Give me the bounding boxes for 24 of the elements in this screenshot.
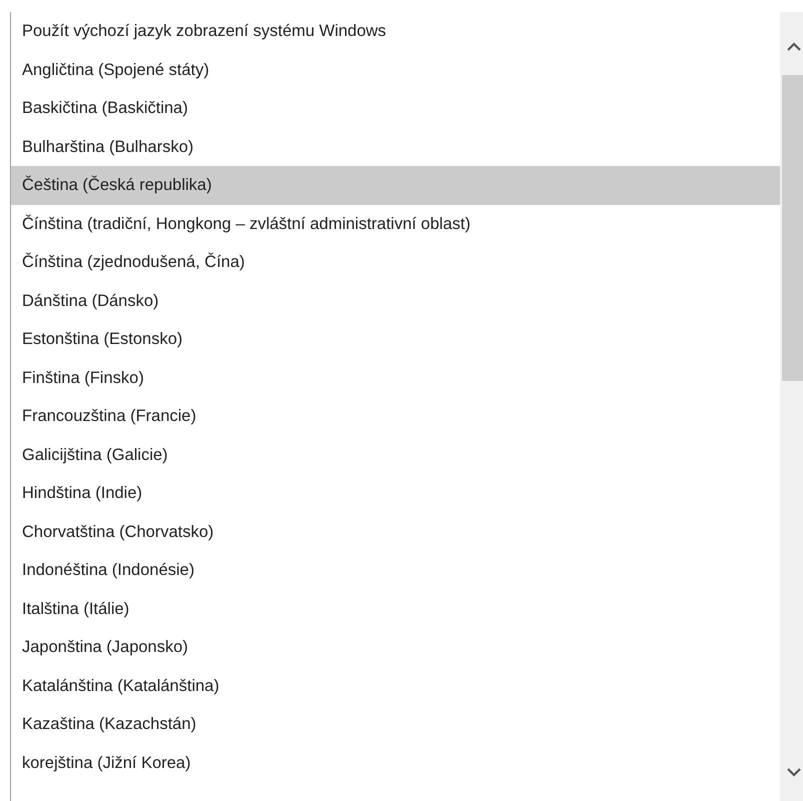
language-item[interactable]: Estonština (Estonsko) [11, 320, 780, 358]
scroll-thumb[interactable] [782, 75, 803, 381]
language-item[interactable]: Použít výchozí jazyk zobrazení systému Windows [11, 12, 780, 50]
language-item[interactable]: Finština (Finsko) [11, 358, 780, 397]
language-item[interactable]: Galicijština (Galicie) [11, 436, 780, 474]
language-item[interactable]: Čeština (Česká republika) [11, 166, 780, 204]
language-item[interactable]: Italština (Itálie) [11, 590, 780, 628]
language-item[interactable]: Čínština (zjednodušená, Čína) [11, 243, 780, 282]
language-item[interactable]: Kazaština (Kazachstán) [11, 705, 780, 744]
language-item[interactable]: Angličtina (Spojené státy) [11, 50, 780, 89]
language-item[interactable]: Dánština (Dánsko) [11, 282, 780, 320]
scroll-down-icon[interactable] [786, 768, 800, 777]
language-item[interactable]: Hindština (Indie) [11, 474, 780, 512]
language-item[interactable]: korejština (Jižní Korea) [11, 744, 780, 782]
language-item[interactable]: Bulharština (Bulharsko) [11, 128, 780, 166]
language-item[interactable]: Katalánština (Katalánština) [11, 666, 780, 705]
language-item[interactable]: Baskičtina (Baskičtina) [11, 89, 780, 128]
language-item[interactable]: Indonéština (Indonésie) [11, 551, 780, 590]
language-item[interactable]: Čínština (tradiční, Hongkong – zvláštní administrativní oblast) [11, 204, 780, 243]
language-item[interactable]: Chorvatština (Chorvatsko) [11, 512, 780, 551]
language-item[interactable]: Japonština (Japonsko) [11, 628, 780, 666]
scroll-up-icon[interactable] [786, 42, 800, 51]
language-item[interactable]: Francouzština (Francie) [11, 397, 780, 436]
scrollbar[interactable] [780, 12, 803, 801]
